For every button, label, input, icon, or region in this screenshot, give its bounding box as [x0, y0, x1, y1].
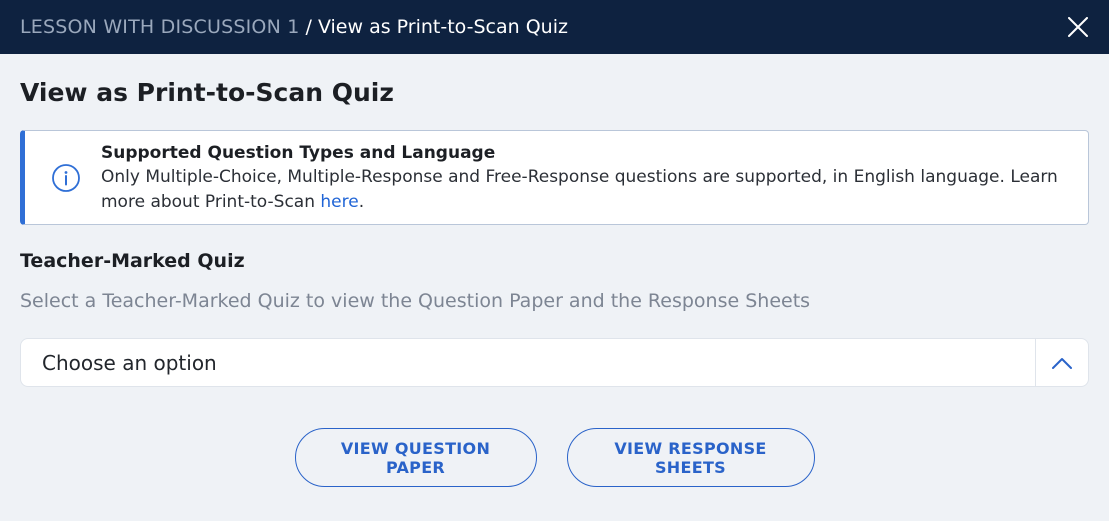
learn-more-link[interactable]: here [320, 192, 358, 212]
select-toggle[interactable] [1035, 339, 1088, 386]
chevron-up-icon [1052, 357, 1072, 369]
breadcrumb-separator: / [305, 16, 312, 38]
info-alert: Supported Question Types and Language On… [20, 130, 1089, 225]
breadcrumb-current: View as Print-to-Scan Quiz [317, 16, 568, 38]
alert-trailing: . [358, 191, 365, 212]
dialog-body: View as Print-to-Scan Quiz Supported Que… [0, 54, 1109, 487]
alert-title: Supported Question Types and Language [101, 142, 496, 163]
quiz-select[interactable]: Choose an option [20, 338, 1089, 387]
view-response-sheets-button[interactable]: VIEW RESPONSE SHEETS [566, 428, 815, 487]
alert-text: Supported Question Types and Language On… [101, 141, 1072, 215]
close-icon [1068, 17, 1088, 37]
info-icon [52, 163, 80, 192]
section-title: Teacher-Marked Quiz [20, 250, 245, 272]
dialog-header: LESSON WITH DISCUSSION 1 / View as Print… [0, 0, 1109, 54]
action-buttons: VIEW QUESTION PAPER VIEW RESPONSE SHEETS [20, 428, 1089, 487]
select-value: Choose an option [42, 350, 217, 375]
view-question-paper-button[interactable]: VIEW QUESTION PAPER [294, 428, 537, 487]
alert-body: Only Multiple-Choice, Multiple-Response … [101, 165, 1072, 215]
alert-message: Only Multiple-Choice, Multiple-Response … [101, 166, 1058, 212]
breadcrumb: LESSON WITH DISCUSSION 1 / View as Print… [20, 16, 568, 38]
breadcrumb-parent[interactable]: LESSON WITH DISCUSSION 1 [20, 16, 300, 38]
close-button[interactable] [1067, 16, 1089, 38]
section-description: Select a Teacher-Marked Quiz to view the… [20, 290, 811, 312]
page-title: View as Print-to-Scan Quiz [20, 78, 394, 107]
